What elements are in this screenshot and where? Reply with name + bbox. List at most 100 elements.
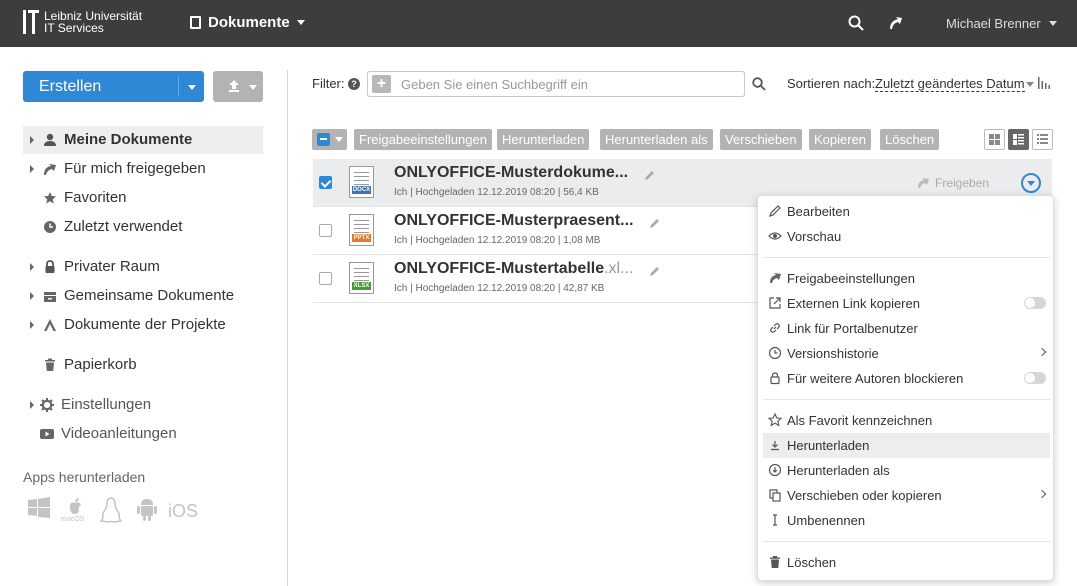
menu-item-label: Link für Portalbenutzer [787, 321, 918, 336]
linux-icon[interactable] [100, 497, 122, 523]
copy-button[interactable]: Kopieren [809, 129, 872, 150]
menu-item-label: Herunterladen [787, 438, 870, 453]
android-icon[interactable] [136, 497, 158, 521]
feed-icon[interactable] [888, 15, 904, 31]
menu-item-download[interactable]: Herunterladen [763, 433, 1050, 458]
filter-input[interactable]: + Geben Sie einen Suchbegriff ein [367, 71, 745, 97]
chevron-down-icon [249, 85, 257, 90]
file-name[interactable]: ONLYOFFICE-Mustertabelle.xl... [394, 260, 633, 278]
file-checkbox[interactable] [319, 176, 332, 189]
sidebar-item-label: Videoanleitungen [61, 425, 177, 442]
user-menu[interactable]: Michael Brenner [946, 16, 1057, 31]
sidebar-item-shared-with-me[interactable]: Für mich freigegeben [23, 155, 263, 183]
select-all-checkbox[interactable] [312, 129, 347, 150]
menu-item-copy-external-link[interactable]: Externen Link kopieren [763, 291, 1050, 316]
sharing-settings-button[interactable]: Freigabeeinstellungen [354, 129, 492, 150]
sidebar-item-videos[interactable]: Videoanleitungen [23, 420, 263, 448]
chevron-down-icon[interactable] [188, 85, 196, 90]
share-link[interactable]: Freigeben [917, 176, 989, 190]
chevron-down-icon[interactable] [1026, 82, 1034, 87]
macos-label: macOS [61, 516, 85, 523]
file-context-menu: Bearbeiten Vorschau Freigabeeinstellunge… [757, 195, 1054, 581]
menu-item-preview[interactable]: Vorschau [763, 224, 1050, 249]
upload-button[interactable] [213, 71, 263, 102]
sidebar-item-label: Für mich freigegeben [64, 160, 206, 177]
menu-item-version-history[interactable]: Versionshistorie [763, 341, 1050, 366]
pencil-icon[interactable] [649, 265, 661, 277]
lock-icon [770, 372, 780, 385]
menu-item-label: Als Favorit kennzeichnen [787, 413, 933, 428]
file-menu-toggle[interactable] [1021, 173, 1041, 193]
expand-arrow-icon[interactable] [30, 321, 34, 329]
file-name[interactable]: ONLYOFFICE-Musterpraesent... [394, 212, 633, 230]
download-as-button[interactable]: Herunterladen als [600, 129, 713, 150]
download-button[interactable]: Herunterladen [497, 129, 590, 150]
sort-dropdown[interactable]: Zuletzt geändertes Datum [875, 76, 1025, 92]
chevron-down-icon[interactable] [335, 137, 343, 142]
menu-item-rename[interactable]: Umbenennen [763, 508, 1050, 533]
apps-title: Apps herunterladen [23, 469, 146, 485]
sidebar-item-label: Privater Raum [64, 258, 160, 275]
sidebar-item-common-documents[interactable]: Gemeinsame Dokumente [23, 282, 263, 310]
menu-item-download-as[interactable]: Herunterladen als [763, 458, 1050, 483]
search-icon[interactable] [752, 77, 766, 91]
menu-item-label: Herunterladen als [787, 463, 890, 478]
sort-direction-icon[interactable] [1038, 77, 1050, 89]
menu-item-delete[interactable]: Löschen [763, 550, 1050, 575]
apple-icon[interactable] [62, 497, 88, 517]
menu-item-block-authors[interactable]: Für weitere Autoren blockieren [763, 366, 1050, 391]
ios-label[interactable]: iOS [168, 501, 198, 522]
menu-item-label: Für weitere Autoren blockieren [787, 371, 964, 386]
create-button[interactable]: Erstellen [23, 71, 204, 102]
sidebar-item-private-room[interactable]: Privater Raum [23, 253, 263, 281]
sidebar-item-my-documents[interactable]: Meine Dokumente [23, 126, 263, 154]
block-authors-toggle[interactable] [1024, 372, 1046, 384]
logo[interactable]: Leibniz Universität IT Services [23, 10, 142, 34]
sidebar-item-recent[interactable]: Zuletzt verwendet [23, 213, 263, 241]
menu-item-move-or-copy[interactable]: Verschieben oder kopieren [763, 483, 1050, 508]
sidebar-item-favorites[interactable]: Favoriten [23, 184, 263, 212]
module-label: Dokumente [208, 14, 290, 31]
menu-item-label: Freigabeeinstellungen [787, 271, 915, 286]
clock-icon [44, 221, 56, 233]
view-list-button[interactable] [1032, 129, 1053, 150]
pencil-icon[interactable] [649, 217, 661, 229]
menu-item-sharing-settings[interactable]: Freigabeeinstellungen [763, 266, 1050, 291]
menu-item-label: Bearbeiten [787, 204, 850, 219]
sidebar-item-settings[interactable]: Einstellungen [23, 391, 263, 419]
search-icon[interactable] [848, 15, 864, 31]
view-tiles-button[interactable] [984, 129, 1005, 150]
file-checkbox[interactable] [319, 224, 332, 237]
pencil-icon[interactable] [644, 169, 656, 181]
share-label: Freigeben [935, 176, 990, 190]
file-name[interactable]: ONLYOFFICE-Musterdokume... [394, 164, 628, 182]
sidebar-item-label: Meine Dokumente [64, 131, 193, 148]
delete-button[interactable]: Löschen [880, 129, 940, 150]
expand-arrow-icon[interactable] [30, 401, 34, 409]
file-extension: .xl... [604, 260, 634, 277]
expand-arrow-icon[interactable] [30, 263, 34, 271]
sidebar-item-projects[interactable]: Dokumente der Projekte [23, 311, 263, 339]
menu-item-edit[interactable]: Bearbeiten [763, 199, 1050, 224]
link-icon [770, 323, 780, 333]
external-link-toggle[interactable] [1024, 297, 1046, 309]
expand-arrow-icon[interactable] [30, 165, 34, 173]
add-filter-icon[interactable]: + [372, 75, 391, 93]
tiles-icon [989, 134, 1000, 145]
file-checkbox[interactable] [319, 272, 332, 285]
windows-icon[interactable] [28, 497, 50, 519]
help-icon[interactable]: ? [348, 78, 360, 90]
download-icon [771, 441, 779, 451]
module-switcher[interactable]: Dokumente [190, 14, 305, 31]
expand-arrow-icon[interactable] [30, 136, 34, 144]
person-icon [44, 133, 56, 146]
expand-arrow-icon[interactable] [30, 292, 34, 300]
view-compact-button[interactable] [1008, 129, 1029, 150]
shared-docs-icon [44, 292, 56, 302]
file-title: ONLYOFFICE-Mustertabelle [394, 260, 605, 277]
external-link-icon [769, 297, 781, 309]
menu-item-mark-favorite[interactable]: Als Favorit kennzeichnen [763, 408, 1050, 433]
move-button[interactable]: Verschieben [720, 129, 802, 150]
menu-item-portal-link[interactable]: Link für Portalbenutzer [763, 316, 1050, 341]
sidebar-item-trash[interactable]: Papierkorb [23, 351, 263, 379]
